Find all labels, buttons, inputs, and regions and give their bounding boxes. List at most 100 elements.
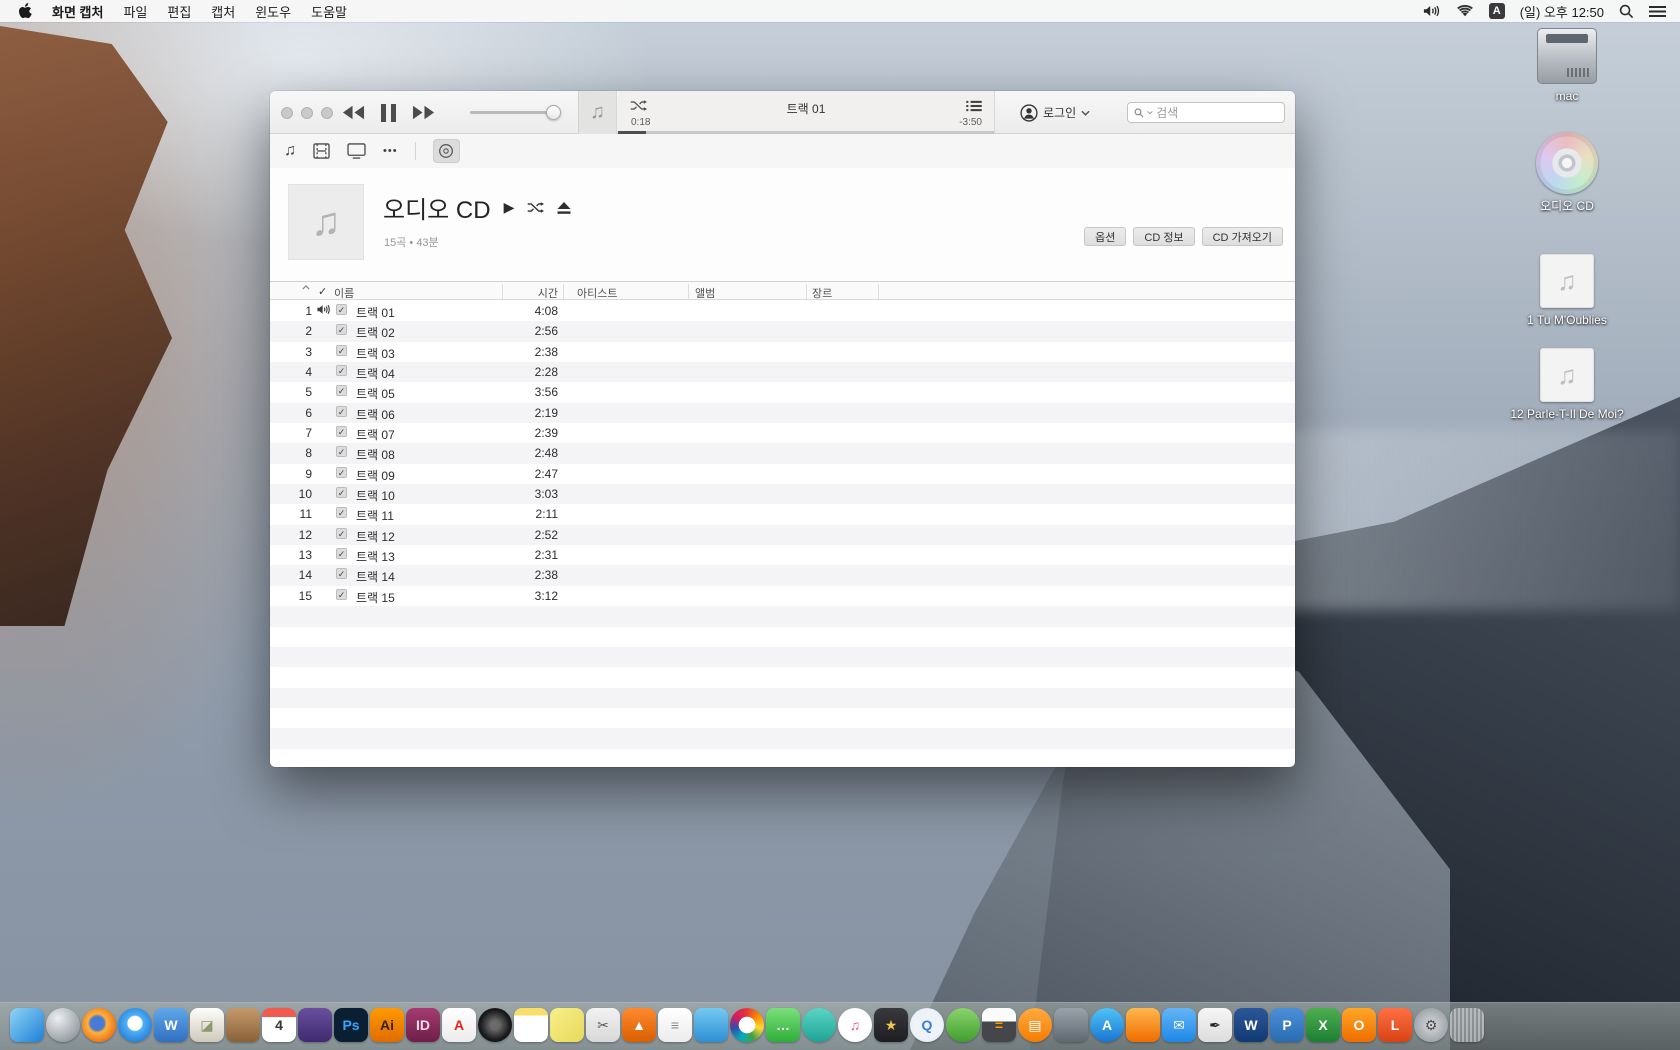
login-button[interactable]: 로그인 xyxy=(1020,91,1090,134)
dock-teal-app-icon[interactable] xyxy=(802,1008,836,1042)
dock-illustrator-icon[interactable]: Ai xyxy=(370,1008,404,1042)
up-next-icon[interactable] xyxy=(966,100,982,112)
shuffle-album-icon[interactable] xyxy=(527,201,544,214)
column-divider[interactable] xyxy=(502,284,503,299)
track-checkbox[interactable]: ✓ xyxy=(336,304,347,315)
dock-reminders-icon[interactable]: ≡ xyxy=(658,1008,692,1042)
dock-grab-icon[interactable]: ✂ xyxy=(586,1008,620,1042)
column-name[interactable]: 이름 xyxy=(334,285,354,301)
drive-icon[interactable] xyxy=(1537,28,1597,84)
cd-import-button[interactable]: CD 가져오기 xyxy=(1202,227,1283,246)
track-checkbox[interactable]: ✓ xyxy=(336,589,347,600)
desktop-icon-audio-3[interactable]: ♫12 Parle-T-Il De Moi? xyxy=(1507,348,1627,422)
track-row[interactable]: 10✓트랙 103:03 xyxy=(270,484,1295,504)
track-row[interactable]: 5✓트랙 053:56 xyxy=(270,382,1295,402)
notification-center-icon[interactable] xyxy=(1649,5,1666,18)
track-checkbox[interactable]: ✓ xyxy=(336,548,347,559)
apple-menu-icon[interactable] xyxy=(18,3,32,19)
desktop-icon-disc-1[interactable]: 오디오 CD xyxy=(1507,132,1627,214)
spotlight-icon[interactable] xyxy=(1619,4,1634,19)
music-tab-icon[interactable]: ♫ xyxy=(284,143,296,159)
track-row[interactable]: 4✓트랙 042:28 xyxy=(270,362,1295,382)
dock-powerpoint-icon[interactable]: P xyxy=(1270,1008,1304,1042)
track-row[interactable]: 1✓트랙 014:08 xyxy=(270,301,1295,321)
track-checkbox[interactable]: ✓ xyxy=(336,406,347,417)
track-checkbox[interactable]: ✓ xyxy=(336,568,347,579)
track-row[interactable]: 6✓트랙 062:19 xyxy=(270,403,1295,423)
track-checkbox[interactable]: ✓ xyxy=(336,528,347,539)
dock-game-app-icon[interactable]: ★ xyxy=(874,1008,908,1042)
track-row[interactable]: 12✓트랙 122:52 xyxy=(270,525,1295,545)
column-genre[interactable]: 장르 xyxy=(812,285,832,301)
track-row[interactable]: 7✓트랙 072:39 xyxy=(270,423,1295,443)
track-checkbox[interactable]: ✓ xyxy=(336,507,347,518)
dock-photos-icon[interactable] xyxy=(730,1008,764,1042)
more-media-icon[interactable]: ••• xyxy=(383,146,398,157)
dock-indesign-icon[interactable]: ID xyxy=(406,1008,440,1042)
track-checkbox[interactable]: ✓ xyxy=(336,426,347,437)
dock-contacts-icon[interactable] xyxy=(226,1008,260,1042)
dock-messages-icon[interactable]: … xyxy=(766,1008,800,1042)
dock-gray-app-icon[interactable] xyxy=(1054,1008,1088,1042)
track-row[interactable]: 15✓트랙 153:12 xyxy=(270,586,1295,606)
dock-finder-icon[interactable] xyxy=(10,1008,44,1042)
cd-info-button[interactable]: CD 정보 xyxy=(1133,227,1194,246)
track-checkbox[interactable]: ✓ xyxy=(336,446,347,457)
dock-itunes-icon[interactable]: ♫ xyxy=(838,1008,872,1042)
track-checkbox[interactable]: ✓ xyxy=(336,345,347,356)
audio-icon[interactable]: ♫ xyxy=(1540,348,1594,402)
track-row[interactable]: 9✓트랙 092:47 xyxy=(270,464,1295,484)
dock-app-store-icon[interactable]: A xyxy=(1090,1008,1124,1042)
track-row[interactable]: 11✓트랙 112:11 xyxy=(270,504,1295,524)
disc-icon[interactable] xyxy=(1536,132,1598,194)
menu-item-1[interactable]: 파일 xyxy=(123,2,147,21)
audio-icon[interactable]: ♫ xyxy=(1540,254,1594,308)
volume-slider-knob[interactable] xyxy=(546,105,561,120)
menu-item-5[interactable]: 도움말 xyxy=(311,2,347,21)
volume-icon[interactable] xyxy=(1423,4,1441,18)
dock-blue-app-icon[interactable] xyxy=(694,1008,728,1042)
dock-orange-app-icon[interactable] xyxy=(1126,1008,1160,1042)
track-checkbox[interactable]: ✓ xyxy=(336,487,347,498)
column-divider[interactable] xyxy=(878,284,879,299)
track-row[interactable]: 3✓트랙 032:38 xyxy=(270,342,1295,362)
column-artist[interactable]: 아티스트 xyxy=(577,285,617,301)
dock-photo-viewer-icon[interactable]: ◪ xyxy=(190,1008,224,1042)
dock-purple-app-icon[interactable] xyxy=(298,1008,332,1042)
next-button[interactable] xyxy=(412,105,435,120)
volume-slider[interactable] xyxy=(470,111,560,114)
audio-cd-tab[interactable] xyxy=(433,139,460,163)
dock-calendar-icon[interactable]: 4 xyxy=(262,1008,296,1042)
dock-safari-icon[interactable] xyxy=(118,1008,152,1042)
dock-ibooks-icon[interactable]: ▤ xyxy=(1018,1008,1052,1042)
dock-wunderlist-icon[interactable]: W xyxy=(154,1008,188,1042)
dock-calculator-icon[interactable]: = xyxy=(982,1008,1016,1042)
track-row[interactable]: 2✓트랙 022:56 xyxy=(270,321,1295,341)
dock-photoshop-icon[interactable]: Ps xyxy=(334,1008,368,1042)
track-checkbox[interactable]: ✓ xyxy=(336,365,347,376)
search-input[interactable] xyxy=(1156,106,1278,120)
dock-outlook-icon[interactable]: O xyxy=(1342,1008,1376,1042)
track-row[interactable]: 14✓트랙 142:38 xyxy=(270,565,1295,585)
zoom-button[interactable] xyxy=(321,107,333,119)
dock-word-icon[interactable]: W xyxy=(1234,1008,1268,1042)
eject-icon[interactable] xyxy=(557,202,571,214)
dock-notes-icon[interactable] xyxy=(514,1008,548,1042)
window-titlebar[interactable]: ♫ 0:18 트랙 01 -3:50 xyxy=(270,91,1295,134)
close-button[interactable] xyxy=(281,107,293,119)
dock-ink-pen-icon[interactable]: ✒ xyxy=(1198,1008,1232,1042)
menu-app-name[interactable]: 화면 캡처 xyxy=(52,2,103,21)
dock-excel-icon[interactable]: X xyxy=(1306,1008,1340,1042)
menu-item-4[interactable]: 윈도우 xyxy=(255,2,291,21)
pause-button[interactable] xyxy=(381,104,396,122)
menu-item-2[interactable]: 편집 xyxy=(167,2,191,21)
track-checkbox[interactable]: ✓ xyxy=(336,467,347,478)
track-row[interactable]: 8✓트랙 082:48 xyxy=(270,443,1295,463)
dock-system-preferences-icon[interactable]: ⚙ xyxy=(1414,1008,1448,1042)
dock-launchpad-icon[interactable] xyxy=(46,1008,80,1042)
options-button[interactable]: 옵션 xyxy=(1084,227,1126,246)
dock-vlc-icon[interactable]: ▲ xyxy=(622,1008,656,1042)
column-divider[interactable] xyxy=(563,284,564,299)
dock-l-app-icon[interactable]: L xyxy=(1378,1008,1412,1042)
movies-tab-icon[interactable] xyxy=(313,143,330,159)
